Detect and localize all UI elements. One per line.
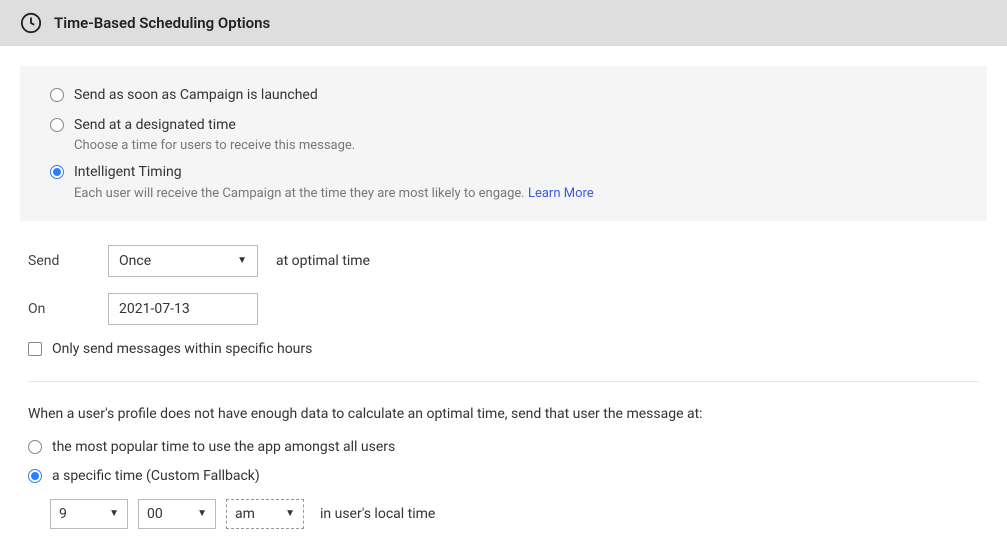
learn-more-link[interactable]: Learn More <box>528 186 594 201</box>
option-sublabel: Choose a time for users to receive this … <box>74 138 355 153</box>
option-sublabel: Each user will receive the Campaign at t… <box>74 186 594 201</box>
fallback-specific-option[interactable]: a specific time (Custom Fallback) <box>28 467 979 487</box>
option-send-designated[interactable]: Send at a designated time Choose a time … <box>50 116 957 154</box>
hour-select[interactable]: 9 ▼ <box>50 499 128 529</box>
radio-intelligent-timing[interactable] <box>50 165 64 179</box>
on-date-row: On 2021-07-13 <box>28 293 979 325</box>
minute-select[interactable]: 00 ▼ <box>138 499 216 529</box>
header-bar: Time-Based Scheduling Options <box>0 0 1007 46</box>
divider <box>28 381 979 382</box>
minute-value: 00 <box>147 506 163 522</box>
timezone-text: in user's local time <box>320 506 435 522</box>
frequency-select[interactable]: Once ▼ <box>108 245 258 277</box>
send-frequency-row: Send Once ▼ at optimal time <box>28 245 979 277</box>
ampm-value: am <box>235 506 255 522</box>
fallback-popular-option[interactable]: the most popular time to use the app amo… <box>28 438 979 458</box>
fallback-section: When a user's profile does not have enou… <box>28 406 979 529</box>
within-hours-row[interactable]: Only send messages within specific hours <box>28 341 979 357</box>
content-area: Send as soon as Campaign is launched Sen… <box>0 46 1007 549</box>
option-send-on-launch[interactable]: Send as soon as Campaign is launched <box>50 86 957 106</box>
schedule-type-group: Send as soon as Campaign is launched Sen… <box>20 66 987 221</box>
option-label: Send at a designated time <box>74 116 355 136</box>
radio-send-on-launch[interactable] <box>50 88 64 102</box>
radio-fallback-popular[interactable] <box>28 440 42 454</box>
on-label: On <box>28 301 108 317</box>
option-label: Intelligent Timing <box>74 163 594 183</box>
clock-icon <box>20 12 42 34</box>
option-intelligent-timing[interactable]: Intelligent Timing Each user will receiv… <box>50 163 957 201</box>
within-hours-checkbox[interactable] <box>28 342 42 356</box>
date-value: 2021-07-13 <box>119 301 190 317</box>
date-input[interactable]: 2021-07-13 <box>108 293 258 325</box>
option-label: the most popular time to use the app amo… <box>52 438 395 458</box>
option-label: Send as soon as Campaign is launched <box>74 86 318 106</box>
at-optimal-text: at optimal time <box>276 253 370 269</box>
fallback-intro-text: When a user's profile does not have enou… <box>28 406 979 422</box>
fallback-time-pickers: 9 ▼ 00 ▼ am ▼ in user's local time <box>50 499 979 529</box>
radio-fallback-specific[interactable] <box>28 469 42 483</box>
within-hours-label: Only send messages within specific hours <box>52 341 312 357</box>
page-title: Time-Based Scheduling Options <box>54 14 270 32</box>
ampm-select[interactable]: am ▼ <box>226 499 304 529</box>
chevron-down-icon: ▼ <box>237 255 247 266</box>
frequency-value: Once <box>119 253 151 269</box>
hour-value: 9 <box>59 506 67 522</box>
send-label: Send <box>28 253 108 269</box>
option-label: a specific time (Custom Fallback) <box>52 467 260 487</box>
radio-send-designated[interactable] <box>50 118 64 132</box>
